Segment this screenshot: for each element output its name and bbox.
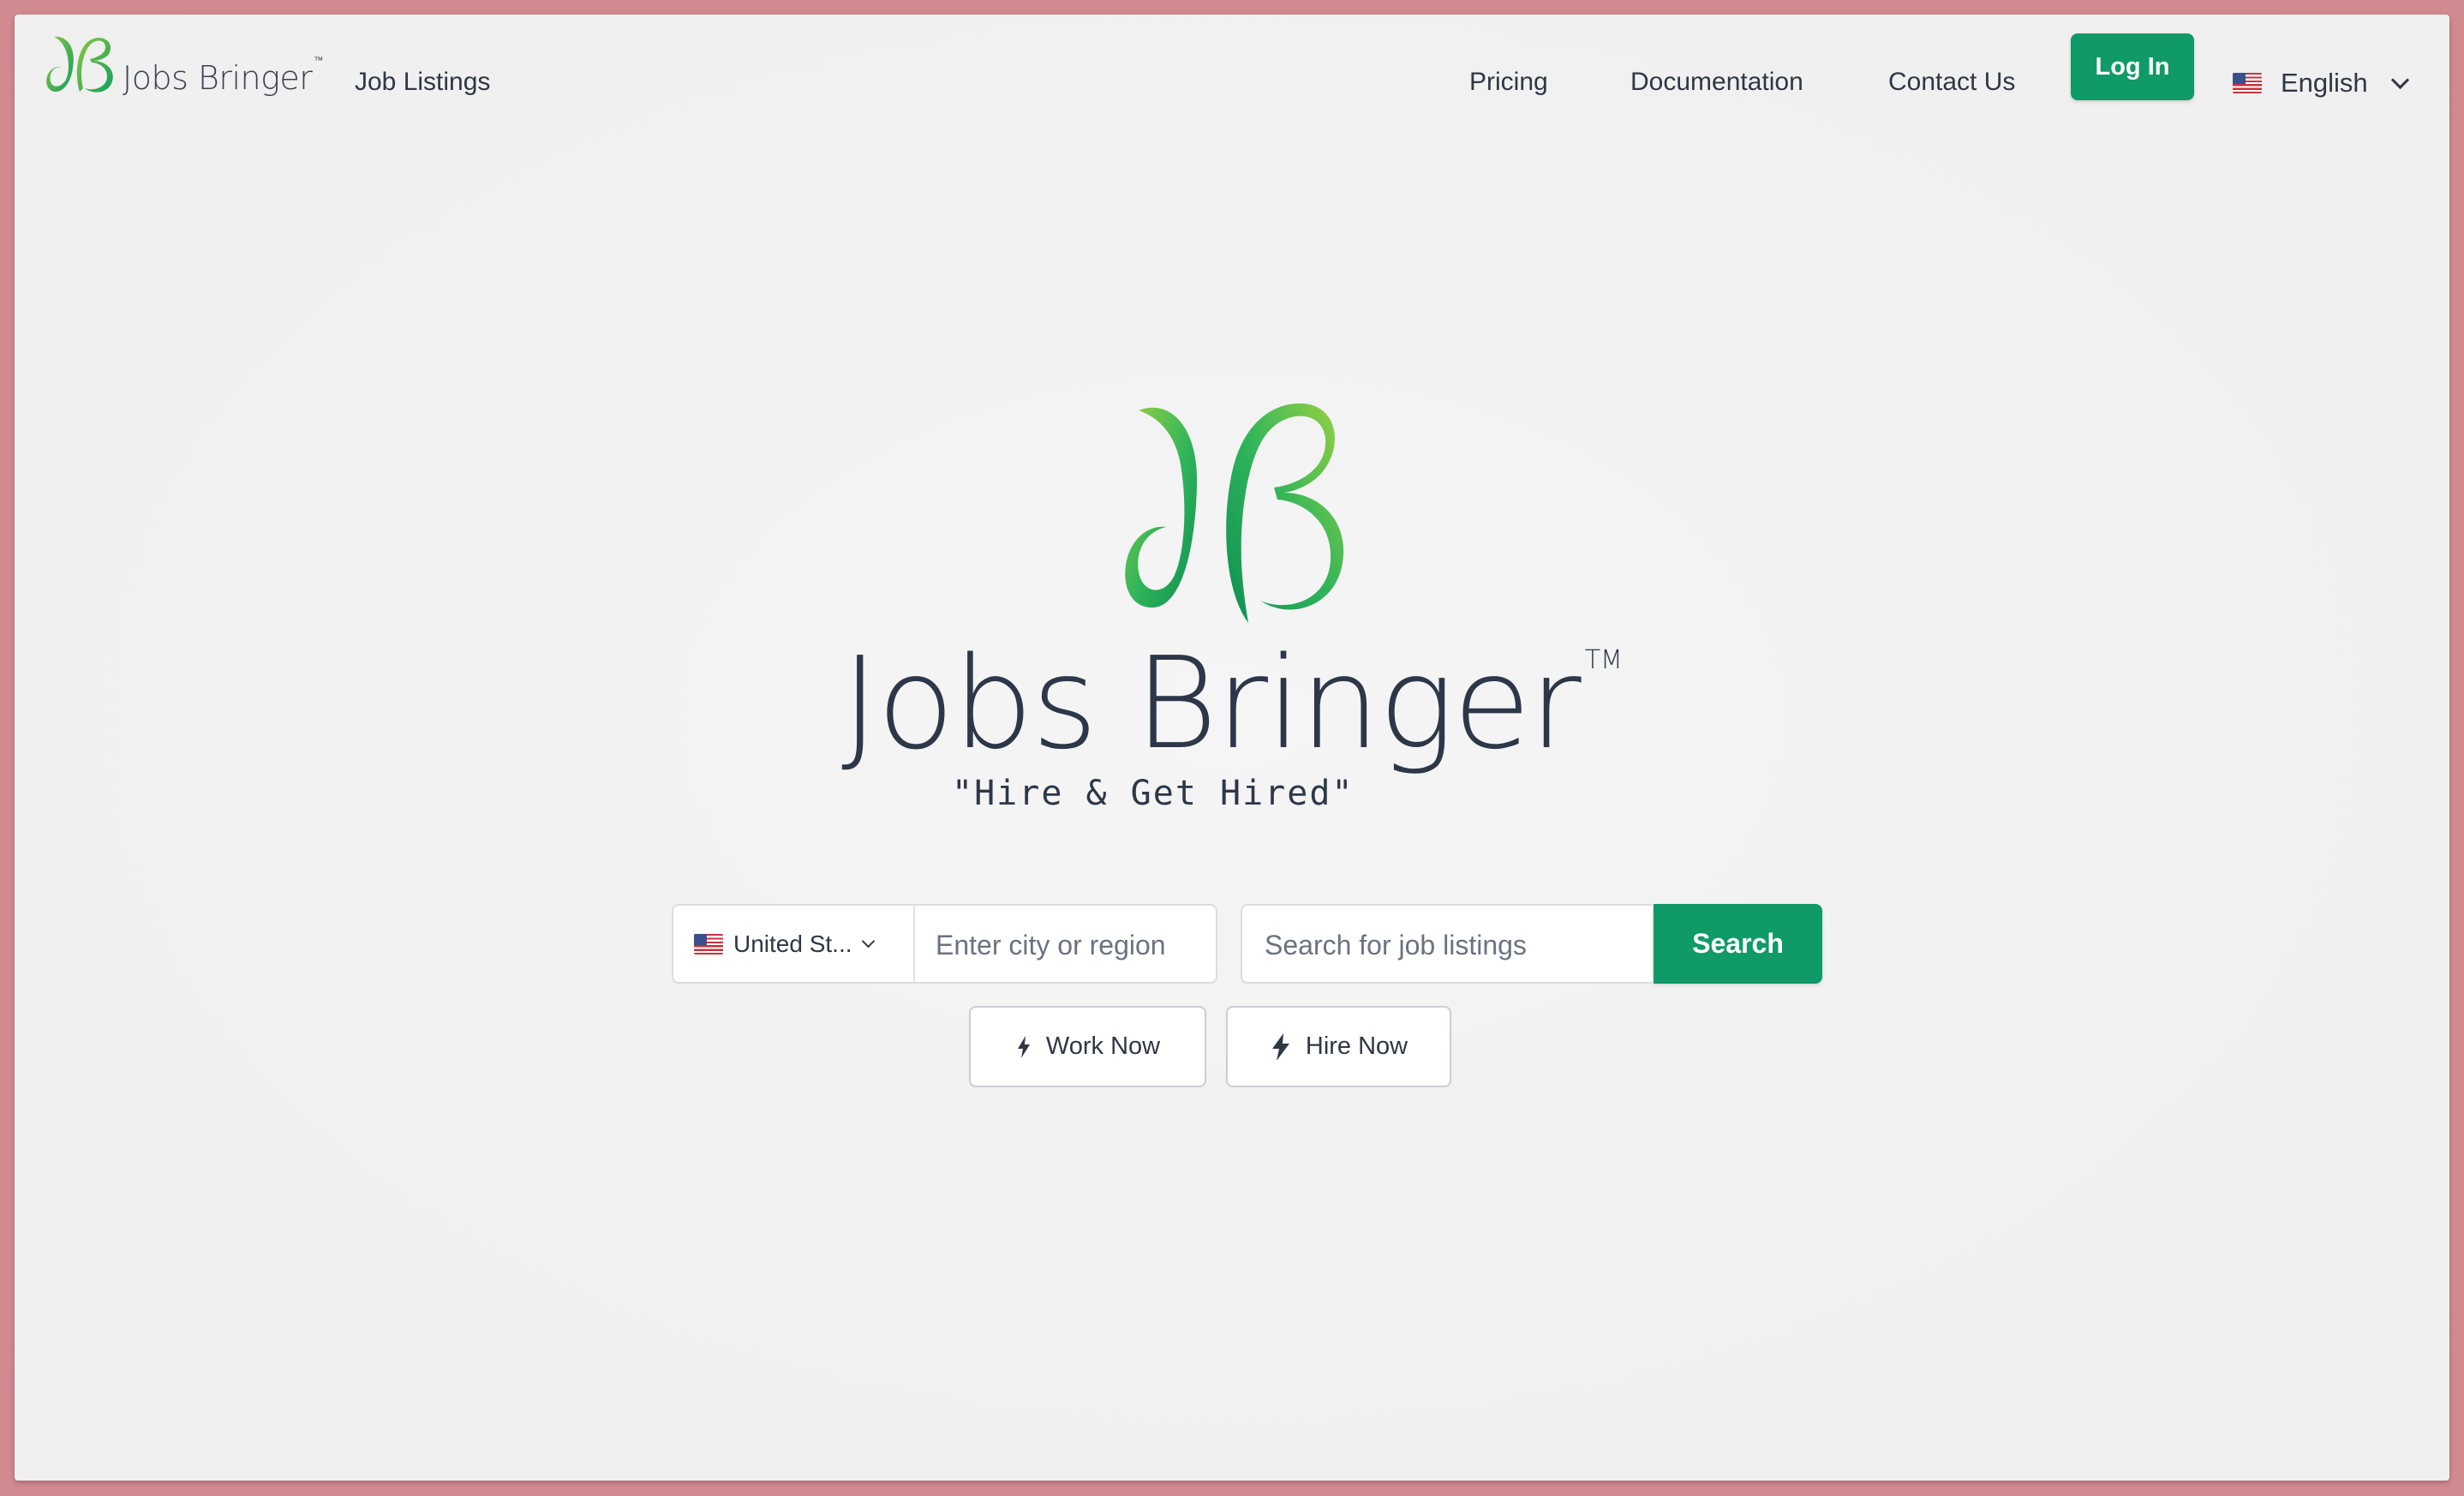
chevron-down-icon — [861, 934, 876, 948]
work-now-button[interactable]: Work Now — [969, 1006, 1206, 1087]
city-region-input[interactable] — [934, 923, 1211, 967]
nav-link-documentation[interactable]: Documentation — [1630, 68, 1803, 97]
location-search-group: United St... — [672, 904, 1217, 984]
hire-now-button[interactable]: Hire Now — [1226, 1006, 1451, 1087]
hero-title-text: Jobs Bringer — [841, 630, 1582, 777]
lightning-bolt-icon — [1271, 1032, 1289, 1061]
job-search-group — [1241, 904, 1652, 984]
hero-title-tm: TM — [1584, 645, 1623, 675]
nav-link-job-listings[interactable]: Job Listings — [355, 68, 490, 97]
browser-viewport: Jobs Bringer ™ Job Listings Pricing Docum… — [15, 15, 2449, 1481]
job-search-input[interactable] — [1263, 923, 1643, 967]
nav-brand-text: Jobs Bringer — [123, 59, 313, 97]
hero-title: Jobs Bringer TM — [15, 640, 2449, 767]
nav-link-pricing[interactable]: Pricing — [1469, 68, 1548, 97]
country-select[interactable]: United St... — [673, 906, 915, 982]
lightning-bolt-icon — [1017, 1035, 1030, 1058]
hire-now-label: Hire Now — [1305, 1032, 1408, 1060]
language-label: English — [2281, 68, 2368, 98]
language-selector[interactable]: English — [2233, 68, 2409, 99]
login-button[interactable]: Log In — [2071, 33, 2194, 100]
work-now-label: Work Now — [1045, 1032, 1161, 1060]
brand-logo-icon[interactable] — [42, 32, 119, 100]
nav-brand-name[interactable]: Jobs Bringer ™ — [123, 55, 323, 97]
chevron-down-icon — [2390, 70, 2409, 89]
nav-brand-tm: ™ — [314, 55, 323, 67]
nav-link-contact-us[interactable]: Contact Us — [1888, 68, 2015, 97]
hero-logo-icon — [1125, 403, 1344, 623]
country-select-value: United St... — [733, 930, 850, 957]
search-button[interactable]: Search — [1654, 904, 1822, 984]
hero-tagline: "Hire & Get Hired" — [952, 774, 1355, 813]
us-flag-icon — [694, 933, 723, 954]
us-flag-icon — [2233, 73, 2262, 93]
